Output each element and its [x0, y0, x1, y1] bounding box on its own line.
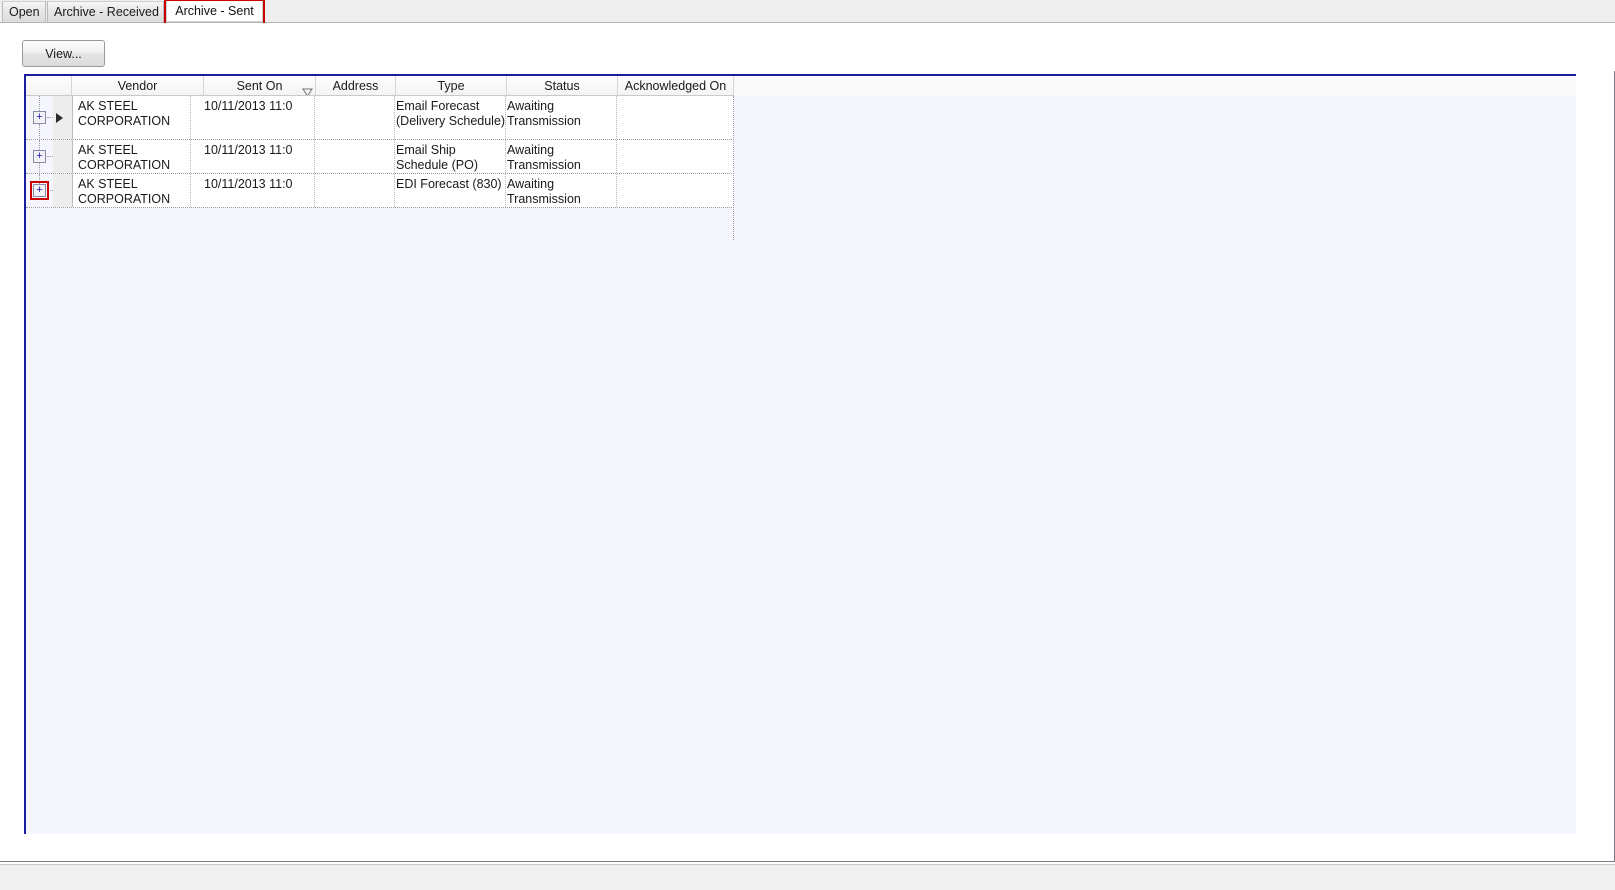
cell-vendor: AK STEEL CORPORATION — [78, 99, 171, 128]
cell-status: Awaiting Transmission — [507, 143, 581, 172]
grid-header-sent-on[interactable]: Sent On — [204, 76, 316, 96]
column-separator — [394, 140, 395, 173]
column-separator — [394, 174, 395, 207]
row-selector-gutter[interactable] — [53, 140, 73, 173]
row-expander-plus-icon[interactable]: + — [33, 184, 46, 197]
grid-body: + AK STEEL CORPORATION 10/11/2013 11:0 E… — [26, 96, 734, 208]
cell-type: Email Forecast (Delivery Schedule) — [396, 99, 506, 128]
cell-sent-on: 10/11/2013 11:0 — [204, 99, 293, 113]
row-expander-plus-icon[interactable]: + — [33, 111, 46, 124]
grid-header-indent — [26, 76, 72, 96]
grid-header-vendor[interactable]: Vendor — [72, 76, 204, 96]
cell-type: Email Ship Schedule (PO) — [396, 143, 478, 172]
column-separator — [190, 140, 191, 173]
cell-sent-on: 10/11/2013 11:0 — [204, 143, 293, 157]
column-separator — [314, 96, 315, 139]
tree-connector-line — [39, 163, 40, 174]
row-tree-gutter: + — [26, 174, 55, 207]
cell-vendor: AK STEEL CORPORATION — [78, 177, 171, 206]
view-button[interactable]: View... — [22, 40, 105, 67]
row-selector-gutter[interactable] — [53, 174, 73, 207]
grid-header-status[interactable]: Status — [507, 76, 618, 96]
cell-type: EDI Forecast (830) — [396, 177, 502, 191]
cell-vendor: AK STEEL CORPORATION — [78, 143, 171, 172]
current-row-indicator-icon — [56, 113, 63, 123]
application-window: Open Archive - Received Archive - Sent V… — [0, 0, 1615, 890]
toolbar: View... — [0, 23, 1615, 71]
column-separator — [616, 140, 617, 173]
tree-connector-line — [39, 96, 40, 111]
grid-header-address[interactable]: Address — [316, 76, 396, 96]
column-separator — [314, 140, 315, 173]
table-row[interactable]: + AK STEEL CORPORATION 10/11/2013 11:0 E… — [26, 96, 734, 140]
sort-descending-icon — [297, 82, 313, 95]
row-tree-gutter: + — [26, 140, 55, 174]
tree-connector-line — [39, 124, 40, 140]
grid-right-edge — [733, 96, 734, 240]
table-row[interactable]: + AK STEEL CORPORATION 10/11/2013 11:0 E… — [26, 174, 734, 208]
cell-status: Awaiting Transmission — [507, 99, 581, 128]
row-tree-gutter: + — [26, 96, 55, 140]
tree-connector-line — [39, 174, 40, 184]
column-separator — [190, 96, 191, 139]
status-bar — [0, 864, 1615, 890]
cell-status: Awaiting Transmission — [507, 177, 581, 206]
grid-header-type[interactable]: Type — [396, 76, 507, 96]
column-separator — [314, 174, 315, 207]
window-frame: Open Archive - Received Archive - Sent V… — [0, 0, 1615, 862]
archive-sent-grid-panel: Vendor Sent On Address Type Status Ackno… — [24, 74, 1576, 834]
grid-header-acknowledged-on[interactable]: Acknowledged On — [618, 76, 734, 96]
tab-archive-received[interactable]: Archive - Received — [47, 1, 164, 22]
grid-header-sent-on-label: Sent On — [236, 79, 283, 93]
table-row[interactable]: + AK STEEL CORPORATION 10/11/2013 11:0 E… — [26, 140, 734, 174]
cell-sent-on: 10/11/2013 11:0 — [204, 177, 293, 191]
column-separator — [616, 96, 617, 139]
tree-connector-line — [39, 140, 40, 150]
column-separator — [190, 174, 191, 207]
tab-open[interactable]: Open — [2, 1, 46, 22]
tab-archive-sent[interactable]: Archive - Sent — [166, 0, 263, 22]
row-expander-plus-icon[interactable]: + — [33, 150, 46, 163]
column-separator — [394, 96, 395, 139]
column-separator — [616, 174, 617, 207]
grid-header-row: Vendor Sent On Address Type Status Ackno… — [26, 76, 1576, 96]
tab-bar: Open Archive - Received Archive - Sent — [0, 0, 1615, 25]
